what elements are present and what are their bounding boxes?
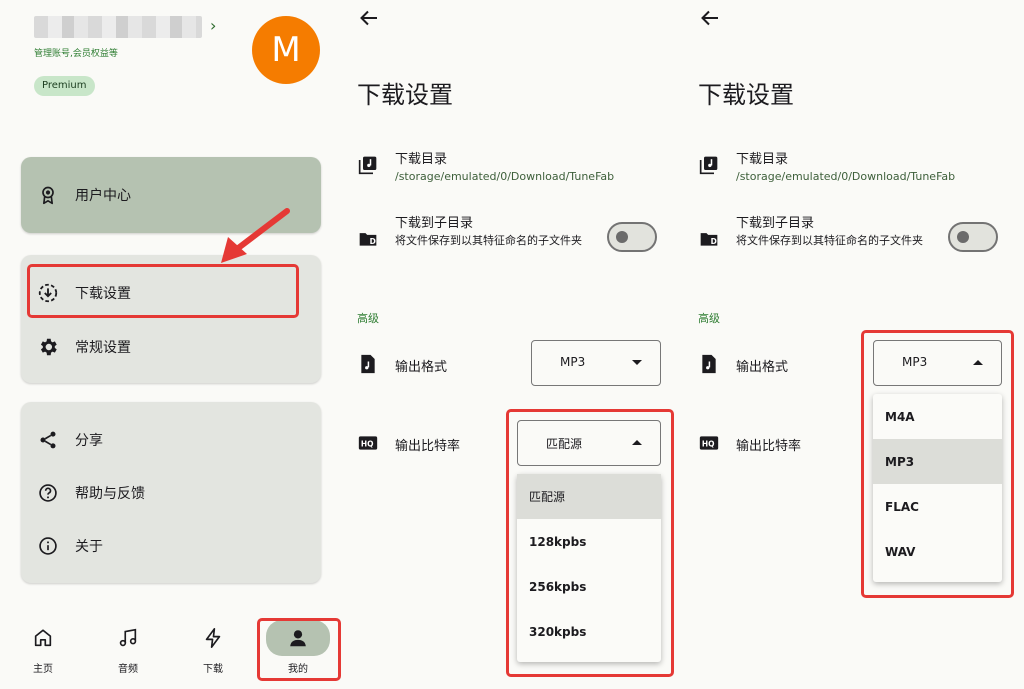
- music-folder-icon: [357, 154, 379, 176]
- folder-d-icon: D: [698, 228, 720, 250]
- avatar[interactable]: M: [252, 16, 320, 84]
- output-bitrate-label: 输出比特率: [736, 439, 802, 454]
- music-folder-icon: [698, 154, 720, 176]
- output-format-value: MP3: [560, 355, 586, 369]
- subdir-description: 将文件保存到以其特征命名的子文件夹: [736, 234, 923, 247]
- subdir-description: 将文件保存到以其特征命名的子文件夹: [395, 234, 582, 247]
- music-note-icon: [96, 620, 160, 656]
- page-title: 下载设置: [357, 81, 453, 109]
- audio-file-icon: [357, 353, 379, 375]
- home-icon: [11, 620, 75, 656]
- download-settings-bitrate-panel: 下载设置 下载目录 /storage/emulated/0/Download/T…: [341, 0, 682, 689]
- svg-text:D: D: [370, 237, 376, 246]
- svg-text:HQ: HQ: [702, 439, 715, 448]
- nav-label: 主页: [33, 664, 53, 675]
- nav-audio[interactable]: 音频: [93, 620, 163, 680]
- menu-item-label: 常规设置: [75, 340, 131, 356]
- download-dir-label[interactable]: 下载目录: [395, 148, 447, 167]
- menu-item-label: 分享: [75, 433, 103, 449]
- nav-download[interactable]: 下载: [178, 620, 248, 680]
- highlight-box-bitrate: [506, 409, 674, 677]
- hq-icon: HQ: [357, 432, 379, 454]
- chevron-right-icon[interactable]: ›: [210, 16, 216, 35]
- download-settings-format-panel: 下载设置 下载目录 /storage/emulated/0/Download/T…: [682, 0, 1024, 689]
- help-icon: [37, 482, 59, 504]
- gear-icon: [37, 336, 59, 358]
- highlight-box-download-settings: [27, 264, 299, 318]
- menu-item-share[interactable]: 分享: [21, 415, 321, 465]
- account-name-blurred[interactable]: [34, 16, 202, 38]
- highlight-box-nav-mine: [257, 618, 341, 681]
- back-arrow-icon[interactable]: [698, 6, 722, 30]
- advanced-section-label: 高级: [698, 312, 720, 325]
- premium-badge: Premium: [34, 76, 95, 96]
- menu-item-label: 关于: [75, 539, 103, 555]
- award-icon: [37, 184, 59, 206]
- avatar-letter: M: [271, 30, 301, 70]
- share-icon: [37, 429, 59, 451]
- download-dir-path: /storage/emulated/0/Download/TuneFab: [736, 170, 956, 183]
- advanced-section-label: 高级: [357, 312, 379, 325]
- download-dir-path: /storage/emulated/0/Download/TuneFab: [395, 170, 615, 183]
- hq-icon: HQ: [698, 432, 720, 454]
- menu-item-label: 用户中心: [75, 188, 131, 204]
- info-icon: [37, 535, 59, 557]
- menu-item-about[interactable]: 关于: [21, 521, 321, 571]
- output-format-label: 输出格式: [395, 360, 448, 375]
- highlight-box-format: [861, 330, 1014, 598]
- folder-d-icon: D: [357, 228, 379, 250]
- nav-home[interactable]: 主页: [8, 620, 78, 680]
- toggle-knob: [957, 231, 969, 243]
- audio-file-icon: [698, 353, 720, 375]
- red-arrow-icon: [221, 208, 290, 263]
- menu-item-general-settings[interactable]: 常规设置: [21, 322, 321, 372]
- subdir-toggle[interactable]: [948, 222, 998, 252]
- misc-card: 分享 帮助与反馈 关于: [21, 402, 321, 583]
- download-dir-label[interactable]: 下载目录: [736, 148, 788, 167]
- subdir-toggle[interactable]: [607, 222, 657, 252]
- nav-label: 音频: [118, 664, 138, 675]
- caret-down-icon: [632, 360, 642, 365]
- output-format-select[interactable]: MP3: [531, 340, 661, 386]
- subdir-label: 下载到子目录: [395, 216, 474, 231]
- subdir-label: 下载到子目录: [736, 216, 815, 231]
- account-subtitle: 管理账号,会员权益等: [34, 49, 118, 59]
- menu-item-label: 帮助与反馈: [75, 486, 145, 502]
- output-bitrate-label: 输出比特率: [395, 439, 461, 454]
- lightning-icon: [181, 620, 245, 656]
- menu-item-help[interactable]: 帮助与反馈: [21, 468, 321, 518]
- toggle-knob: [616, 231, 628, 243]
- svg-text:HQ: HQ: [361, 439, 374, 448]
- page-title: 下载设置: [698, 81, 794, 109]
- svg-text:D: D: [711, 237, 717, 246]
- profile-panel: › 管理账号,会员权益等 M Premium 用户中心 下载设置 常规设置 分享…: [0, 0, 341, 689]
- nav-label: 下载: [203, 664, 223, 675]
- back-arrow-icon[interactable]: [357, 6, 381, 30]
- output-format-label: 输出格式: [736, 360, 789, 375]
